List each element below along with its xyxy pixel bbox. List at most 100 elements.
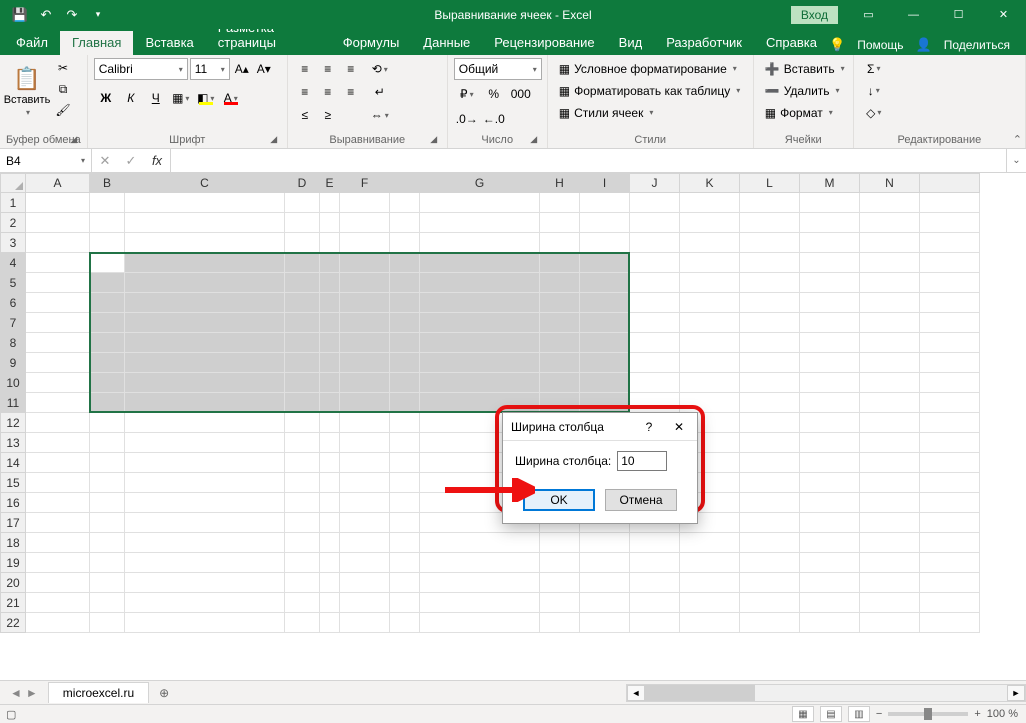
cell[interactable] bbox=[680, 573, 740, 593]
number-format-combo[interactable]: Общий▾ bbox=[454, 58, 542, 80]
cell[interactable] bbox=[920, 253, 980, 273]
cell[interactable] bbox=[800, 373, 860, 393]
cell[interactable] bbox=[920, 213, 980, 233]
cell[interactable] bbox=[800, 573, 860, 593]
cell[interactable] bbox=[90, 213, 125, 233]
cell[interactable] bbox=[740, 593, 800, 613]
cell[interactable] bbox=[680, 393, 740, 413]
row-header[interactable]: 4 bbox=[0, 253, 26, 273]
cell[interactable] bbox=[390, 273, 420, 293]
cell[interactable] bbox=[125, 533, 285, 553]
cell[interactable] bbox=[740, 513, 800, 533]
cell[interactable] bbox=[390, 533, 420, 553]
share-button[interactable]: Поделиться bbox=[936, 35, 1018, 55]
font-color-button[interactable]: A▾ bbox=[219, 87, 243, 109]
cell[interactable] bbox=[920, 533, 980, 553]
cell[interactable] bbox=[320, 433, 340, 453]
cell[interactable] bbox=[90, 393, 125, 413]
cell[interactable] bbox=[740, 213, 800, 233]
cancel-formula-icon[interactable]: ✕ bbox=[92, 149, 118, 173]
cell[interactable] bbox=[285, 473, 320, 493]
cell[interactable] bbox=[740, 273, 800, 293]
cell[interactable] bbox=[540, 613, 580, 633]
cell[interactable] bbox=[320, 373, 340, 393]
cell[interactable] bbox=[420, 353, 540, 373]
cell[interactable] bbox=[630, 533, 680, 553]
undo-icon[interactable]: ↶ bbox=[34, 4, 58, 26]
redo-icon[interactable]: ↷ bbox=[60, 4, 84, 26]
cell[interactable] bbox=[90, 193, 125, 213]
cell[interactable] bbox=[800, 393, 860, 413]
cell[interactable] bbox=[390, 453, 420, 473]
row-header[interactable]: 2 bbox=[0, 213, 26, 233]
cell[interactable] bbox=[26, 393, 90, 413]
collapse-ribbon-icon[interactable]: ⌃ bbox=[1013, 133, 1022, 146]
record-macro-icon[interactable]: ▢ bbox=[0, 708, 16, 721]
save-icon[interactable]: 💾 bbox=[8, 4, 32, 26]
column-header[interactable]: I bbox=[580, 173, 630, 193]
cell[interactable] bbox=[740, 573, 800, 593]
cell[interactable] bbox=[630, 213, 680, 233]
cell[interactable] bbox=[285, 393, 320, 413]
cell[interactable] bbox=[285, 273, 320, 293]
cell[interactable] bbox=[420, 533, 540, 553]
decrease-indent-button[interactable]: ≤ bbox=[294, 104, 316, 126]
row-header[interactable]: 7 bbox=[0, 313, 26, 333]
cell[interactable] bbox=[540, 273, 580, 293]
cell[interactable] bbox=[860, 253, 920, 273]
cell[interactable] bbox=[285, 193, 320, 213]
format-painter-button[interactable]: 🖌 bbox=[52, 100, 74, 120]
fx-icon[interactable]: fx bbox=[144, 149, 170, 173]
row-header[interactable]: 14 bbox=[0, 453, 26, 473]
cell[interactable] bbox=[90, 333, 125, 353]
cell[interactable] bbox=[125, 373, 285, 393]
scroll-thumb[interactable] bbox=[645, 685, 755, 701]
cell[interactable] bbox=[320, 233, 340, 253]
increase-font-button[interactable]: A▴ bbox=[232, 58, 252, 80]
copy-button[interactable]: ⧉ bbox=[52, 79, 74, 99]
cell[interactable] bbox=[390, 293, 420, 313]
cell[interactable] bbox=[740, 193, 800, 213]
cell[interactable] bbox=[860, 433, 920, 453]
cell[interactable] bbox=[920, 353, 980, 373]
cell[interactable] bbox=[740, 493, 800, 513]
cell[interactable] bbox=[340, 233, 390, 253]
cell[interactable] bbox=[420, 253, 540, 273]
cell[interactable] bbox=[680, 553, 740, 573]
cell[interactable] bbox=[860, 453, 920, 473]
fill-color-button[interactable]: ◧▾ bbox=[194, 87, 218, 109]
column-header[interactable] bbox=[390, 173, 420, 193]
cell[interactable] bbox=[125, 413, 285, 433]
cell[interactable] bbox=[630, 593, 680, 613]
cell[interactable] bbox=[580, 273, 630, 293]
cell[interactable] bbox=[125, 193, 285, 213]
cell[interactable] bbox=[800, 513, 860, 533]
cell[interactable] bbox=[320, 353, 340, 373]
row-header[interactable]: 13 bbox=[0, 433, 26, 453]
cell[interactable] bbox=[740, 553, 800, 573]
cell[interactable] bbox=[740, 333, 800, 353]
tab-developer[interactable]: Разработчик bbox=[654, 31, 754, 55]
cell[interactable] bbox=[680, 593, 740, 613]
cell[interactable] bbox=[285, 293, 320, 313]
align-launcher[interactable]: ◢ bbox=[427, 132, 441, 146]
cell[interactable] bbox=[320, 493, 340, 513]
column-header[interactable]: F bbox=[340, 173, 390, 193]
cell[interactable] bbox=[390, 353, 420, 373]
sheet-nav-prev-icon[interactable]: ◄ bbox=[10, 686, 22, 700]
cell[interactable] bbox=[860, 493, 920, 513]
cell[interactable] bbox=[740, 413, 800, 433]
cell[interactable] bbox=[285, 553, 320, 573]
cell[interactable] bbox=[26, 553, 90, 573]
cell[interactable] bbox=[26, 233, 90, 253]
cell[interactable] bbox=[740, 453, 800, 473]
cell[interactable] bbox=[90, 233, 125, 253]
cell[interactable] bbox=[800, 613, 860, 633]
cell[interactable] bbox=[90, 273, 125, 293]
cell[interactable] bbox=[90, 493, 125, 513]
cell[interactable] bbox=[860, 413, 920, 433]
cell[interactable] bbox=[320, 273, 340, 293]
cell[interactable] bbox=[920, 473, 980, 493]
cell[interactable] bbox=[340, 353, 390, 373]
cell[interactable] bbox=[800, 533, 860, 553]
